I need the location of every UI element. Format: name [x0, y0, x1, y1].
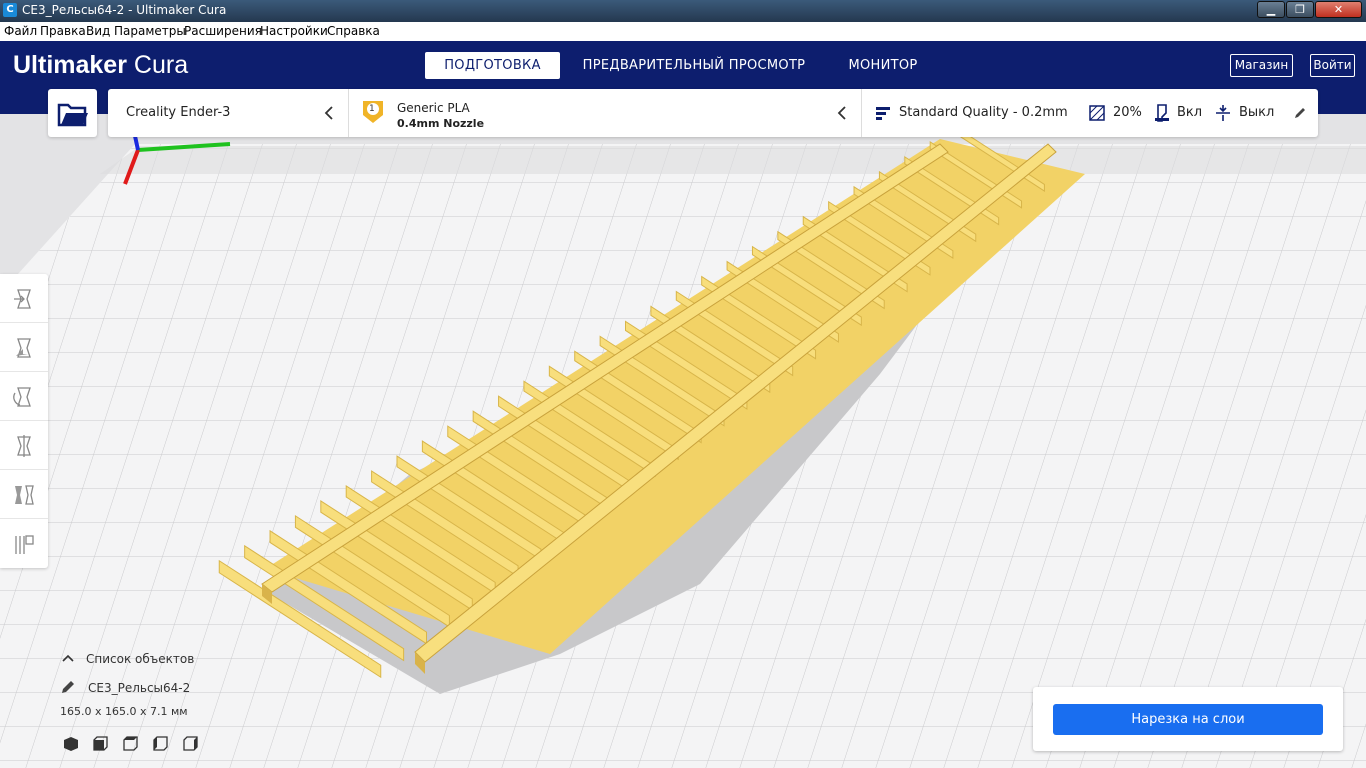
view-left-icon[interactable]	[153, 736, 168, 751]
rotate-tool[interactable]	[0, 372, 48, 421]
logo-product: Cura	[133, 51, 189, 79]
transform-tools-panel	[0, 274, 48, 568]
material-name[interactable]: Generic PLA	[397, 101, 470, 115]
logo-brand: Ultimaker	[13, 51, 127, 79]
object-list-header[interactable]: Список объектов	[86, 652, 194, 666]
view-top-icon[interactable]	[123, 736, 138, 751]
build-plate-scene	[0, 114, 1366, 768]
view-right-icon[interactable]	[183, 736, 198, 751]
printer-name[interactable]: Creality Ender-3	[126, 105, 230, 120]
pencil-icon[interactable]	[1294, 107, 1306, 119]
mirror-icon	[17, 435, 31, 457]
support-blocker-icon	[15, 535, 34, 554]
menu-bar: Файл Правка Вид Параметры Расширения Нас…	[0, 22, 1366, 41]
scale-icon	[16, 338, 31, 358]
per-model-settings-tool[interactable]	[0, 470, 48, 519]
chevron-left-icon[interactable]	[837, 106, 847, 120]
support-blocker-tool[interactable]	[0, 519, 48, 568]
rotate-icon	[13, 387, 31, 407]
pencil-icon[interactable]	[61, 680, 75, 694]
menu-help[interactable]: Справка	[327, 24, 380, 38]
signin-button[interactable]: Войти	[1310, 54, 1355, 77]
move-tool[interactable]	[0, 274, 48, 323]
scale-tool[interactable]	[0, 323, 48, 372]
chevron-up-icon[interactable]	[62, 654, 74, 662]
support-icon	[1155, 104, 1169, 122]
window-titlebar: C CE3_Рельсы64-2 - Ultimaker Cura ▁ ❐ ✕	[0, 0, 1366, 22]
tab-monitor[interactable]: МОНИТОР	[838, 52, 928, 79]
menu-edit[interactable]: Правка	[40, 24, 86, 38]
adhesion-value[interactable]: Выкл	[1239, 105, 1274, 120]
slice-panel: Нарезка на слои	[1033, 687, 1343, 751]
marketplace-button[interactable]: Магазин	[1230, 54, 1293, 77]
print-setup-toolbar: Creality Ender-3 1 Generic PLA 0.4mm Noz…	[108, 89, 1318, 137]
menu-settings[interactable]: Настройки	[260, 24, 328, 38]
close-button[interactable]: ✕	[1315, 1, 1362, 18]
tab-preview[interactable]: ПРЕДВАРИТЕЛЬНЫЙ ПРОСМОТР	[580, 52, 808, 79]
infill-value[interactable]: 20%	[1113, 105, 1142, 120]
chevron-left-icon[interactable]	[324, 106, 334, 120]
window-title: CE3_Рельсы64-2 - Ultimaker Cura	[22, 3, 227, 17]
object-name[interactable]: CE3_Рельсы64-2	[88, 681, 190, 695]
3d-viewport[interactable]	[0, 114, 1366, 768]
support-value[interactable]: Вкл	[1177, 105, 1202, 120]
per-model-settings-icon	[15, 485, 34, 505]
quality-profile-icon	[876, 107, 890, 120]
mirror-tool[interactable]	[0, 421, 48, 470]
object-dimensions: 165.0 x 165.0 x 7.1 мм	[60, 705, 188, 718]
toolbar-divider	[861, 89, 862, 137]
cura-app-icon: C	[3, 3, 17, 17]
slice-button[interactable]: Нарезка на слои	[1053, 704, 1323, 735]
menu-view[interactable]: Вид	[86, 24, 110, 38]
quality-profile[interactable]: Standard Quality - 0.2mm	[899, 105, 1068, 120]
minimize-button[interactable]: ▁	[1257, 1, 1285, 18]
open-file-button[interactable]	[48, 89, 97, 137]
tab-prepare[interactable]: ПОДГОТОВКА	[425, 52, 560, 79]
view-front-icon[interactable]	[93, 736, 108, 751]
infill-icon	[1089, 105, 1105, 121]
menu-file[interactable]: Файл	[4, 24, 37, 38]
menu-extensions[interactable]: Расширения	[184, 24, 262, 38]
toolbar-divider	[348, 89, 349, 137]
maximize-button[interactable]: ❐	[1286, 1, 1314, 18]
extruder-number: 1	[369, 104, 375, 114]
menu-parameters[interactable]: Параметры	[114, 24, 186, 38]
folder-open-icon	[57, 103, 88, 127]
cura-logo: Ultimaker Cura	[13, 51, 188, 80]
nozzle-size[interactable]: 0.4mm Nozzle	[397, 117, 484, 130]
move-icon	[14, 289, 31, 309]
adhesion-icon	[1216, 105, 1230, 121]
view-orientation-buttons	[64, 736, 198, 751]
view-3d-icon[interactable]	[64, 737, 78, 751]
